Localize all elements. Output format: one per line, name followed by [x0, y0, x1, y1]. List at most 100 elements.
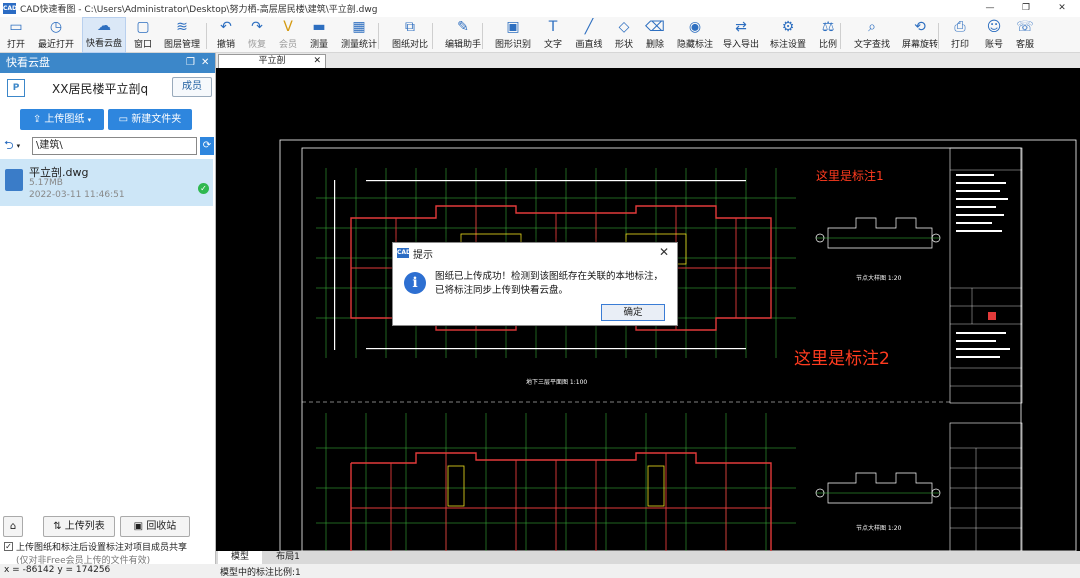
toolbar-button-vip[interactable]: V 会员 — [276, 17, 300, 53]
info-icon: i — [404, 272, 426, 294]
tab-drawing[interactable]: 平立剖 ✕ — [218, 54, 326, 68]
path-dropdown-icon[interactable]: ▾ — [17, 142, 21, 150]
path-row: ⮌ ▾ \建筑\ ⟳ — [4, 136, 214, 157]
folder-open-icon: ▭ — [9, 19, 23, 35]
minimize-button[interactable]: — — [972, 0, 1008, 17]
toolbar-button-ruler[interactable]: ▬ 测量 — [307, 17, 331, 53]
toolbar-button-folder-open[interactable]: ▭ 打开 — [4, 17, 28, 53]
cloud-icon: ☁ — [97, 18, 111, 34]
recent-icon: ◷ — [49, 19, 63, 35]
share-option-label: 上传图纸和标注后设置标注对项目成员共享 — [16, 543, 188, 553]
path-field[interactable]: \建筑\ — [32, 137, 197, 155]
toolbar-label: 图纸对比 — [391, 40, 428, 50]
toolbar-label: 测量 — [309, 40, 328, 50]
share-checkbox[interactable]: ✓ — [4, 542, 13, 551]
toolbar-button-shape-recognize[interactable]: ▣ 图形识别 — [492, 17, 534, 53]
toolbar-button-cloud[interactable]: ☁ 快看云盘 — [82, 17, 126, 53]
upload-drawing-button[interactable]: ⇪ 上传图纸 ▾ — [20, 109, 104, 130]
restore-button[interactable]: ❐ — [1008, 0, 1044, 17]
tab-layout1[interactable]: 布局1 — [264, 551, 312, 564]
toolbar-label: 窗口 — [133, 40, 152, 50]
upload-list-button[interactable]: ⇅ 上传列表 — [43, 516, 115, 537]
toolbar-separator — [482, 23, 483, 49]
toolbar-button-compare[interactable]: ⧉ 图纸对比 — [390, 17, 430, 53]
title-block-lower — [949, 422, 1023, 551]
tab-model-label: 模型 — [230, 552, 249, 562]
toolbar-button-headset[interactable]: ☏ 客服 — [1013, 17, 1037, 53]
title-block-text-lines — [956, 174, 1010, 358]
annotation-settings-icon: ⚙ — [781, 19, 795, 35]
panel-close-icon[interactable]: ✕ — [201, 53, 209, 73]
toolbar-button-text-search[interactable]: ⌕ 文字查找 — [852, 17, 892, 53]
toolbar-label: 图层管理 — [163, 40, 200, 50]
toolbar-button-undo[interactable]: ↶ 撤销 — [214, 17, 238, 53]
refresh-icon[interactable]: ⟳ — [200, 137, 214, 155]
annotation-1: 这里是标注1 — [816, 168, 884, 183]
window-title: CAD快速看图 - C:\Users\Administrator\Desktop… — [20, 5, 378, 15]
annotation-scale: 模型中的标注比例:1 — [220, 568, 301, 578]
project-icon: P — [7, 79, 25, 97]
inner-frame — [301, 147, 1022, 551]
dialog-close-icon[interactable]: ✕ — [659, 245, 669, 259]
tab-close-icon[interactable]: ✕ — [313, 55, 321, 67]
close-window-button[interactable]: ✕ — [1044, 0, 1080, 17]
share-option[interactable]: ✓ 上传图纸和标注后设置标注对项目成员共享 — [4, 540, 187, 553]
toolbar-label: 比例 — [818, 40, 837, 50]
new-folder-label: 新建文件夹 — [131, 114, 182, 125]
toolbar-button-user[interactable]: ☺ 账号 — [982, 17, 1006, 53]
toolbar-button-layers[interactable]: ≋ 图层管理 — [162, 17, 202, 53]
tab-model[interactable]: 模型 — [218, 551, 262, 564]
lower-inner-walls — [351, 453, 771, 551]
toolbar-button-edit-assistant[interactable]: ✎ 编辑助手 — [442, 17, 484, 53]
member-button[interactable]: 成员 — [172, 77, 212, 97]
toolbar-button-redo[interactable]: ↷ 恢复 — [244, 17, 270, 53]
upload-label: 上传图纸 — [44, 114, 85, 125]
tab-drawing-label: 平立剖 — [258, 56, 286, 66]
toolbar-button-text[interactable]: T 文字 — [541, 17, 565, 53]
layout-tabs: 模型 布局1 — [216, 551, 1080, 564]
title-block-upper — [949, 147, 1023, 404]
redo-icon: ↷ — [251, 19, 263, 35]
toolbar-button-eye-hide[interactable]: ◉ 隐藏标注 — [674, 17, 716, 53]
status-bar: x = -86142 y = 174256 模型中的标注比例:1 — [0, 564, 1080, 578]
upload-success-dialog: CAD 提示 ✕ i 图纸已上传成功！检测到该图纸存在关联的本地标注，已将标注同… — [392, 242, 678, 326]
toolbar-button-rotate[interactable]: ⟲ 屏幕旋转 — [900, 17, 940, 53]
new-folder-button[interactable]: ▭ 新建文件夹 — [108, 109, 192, 130]
ok-button[interactable]: 确定 — [601, 304, 665, 321]
home-button[interactable]: ⌂ — [3, 516, 23, 537]
lower-outer-walls — [350, 452, 772, 551]
compare-icon: ⧉ — [405, 19, 415, 35]
panel-header: 快看云盘 ❐ ✕ — [0, 53, 215, 73]
toolbar-button-line[interactable]: ╱ 画直线 — [573, 17, 605, 53]
undo-icon: ↶ — [220, 19, 232, 35]
cursor-coordinates: x = -86142 y = 174256 — [4, 565, 111, 575]
toolbar-button-recent[interactable]: ◷ 最近打开 — [36, 17, 76, 53]
headset-icon: ☏ — [1016, 19, 1034, 35]
upload-dropdown-icon[interactable]: ▾ — [88, 116, 92, 124]
edit-assistant-icon: ✎ — [457, 19, 469, 35]
panel-float-icon[interactable]: ❐ — [186, 53, 195, 73]
toolbar-button-printer[interactable]: ⎙ 打印 — [948, 17, 972, 53]
toolbar-button-eraser[interactable]: ⌫ 删除 — [643, 17, 667, 53]
dialog-app-icon: CAD — [397, 248, 412, 258]
measure-stat-icon: ▦ — [352, 19, 366, 35]
toolbar-button-scale[interactable]: ⚖ 比例 — [816, 17, 840, 53]
back-icon[interactable]: ⮌ — [4, 136, 14, 157]
annotation-2: 这里是标注2 — [794, 349, 890, 369]
toolbar-button-shape[interactable]: ◇ 形状 — [612, 17, 636, 53]
recycle-bin-button[interactable]: ▣ 回收站 — [120, 516, 190, 537]
toolbar-button-import-export[interactable]: ⇄ 导入导出 — [720, 17, 762, 53]
file-list-item[interactable]: 平立剖.dwg 5.17MB 2022-03-11 11:46:51 ✓ — [0, 159, 213, 206]
file-size: 5.17MB — [29, 178, 63, 188]
upload-list-label: 上传列表 — [64, 521, 105, 532]
upload-icon: ⇪ — [32, 114, 45, 125]
toolbar-separator — [206, 23, 207, 49]
toolbar-button-measure-stat[interactable]: ▦ 测量统计 — [338, 17, 380, 53]
toolbar-button-annotation-settings[interactable]: ⚙ 标注设置 — [768, 17, 808, 53]
toolbar-label: 删除 — [645, 40, 664, 50]
folder-plus-icon: ▭ — [118, 114, 132, 125]
toolbar-button-window[interactable]: ▢ 窗口 — [130, 17, 156, 53]
eye-hide-icon: ◉ — [688, 19, 702, 35]
dwg-file-icon — [5, 169, 23, 191]
toolbar-label: 画直线 — [575, 40, 603, 50]
